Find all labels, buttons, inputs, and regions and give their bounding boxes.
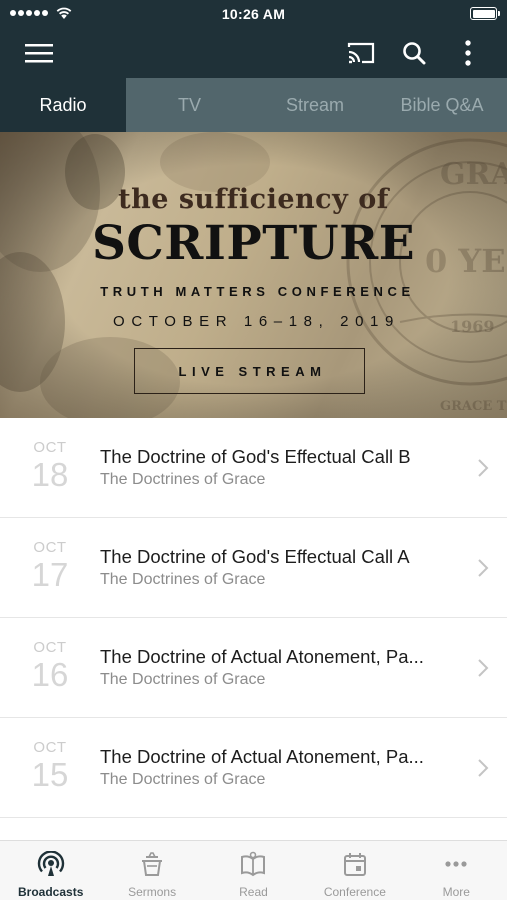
date-day: 17 [31, 556, 69, 593]
broadcast-list: OCT 18 The Doctrine of God's Effectual C… [0, 418, 507, 818]
bottom-tab-label: More [442, 885, 470, 899]
bottom-tab-conference[interactable]: Conference [304, 841, 405, 900]
banner-dates: OCTOBER 16–18, 2019 [113, 313, 400, 330]
sermons-icon [142, 852, 163, 876]
date-day: 15 [31, 756, 69, 793]
broadcast-title: The Doctrine of God's Effectual Call B [100, 446, 411, 467]
tab-tv[interactable]: TV [126, 78, 253, 132]
date-day: 18 [31, 456, 69, 493]
calendar-icon [343, 853, 366, 876]
media-tabs: Radio TV Stream Bible Q&A [0, 78, 507, 132]
list-item[interactable]: OCT 16 The Doctrine of Actual Atonement,… [0, 618, 507, 718]
broadcast-title: The Doctrine of Actual Atonement, Pa... [100, 646, 424, 667]
broadcast-title: The Doctrine of Actual Atonement, Pa... [100, 746, 424, 767]
search-icon[interactable] [398, 37, 430, 69]
bottom-tab-bar: Broadcasts Sermons Read Conference More [0, 840, 507, 900]
bottom-tab-more[interactable]: More [406, 841, 507, 900]
date-month: OCT [33, 739, 67, 756]
chevron-right-icon [478, 459, 489, 477]
broadcast-icon [37, 851, 64, 876]
bottom-tab-read[interactable]: Read [203, 841, 304, 900]
banner-subtitle: TRUTH MATTERS CONFERENCE [100, 284, 415, 299]
broadcast-series: The Doctrines of Grace [100, 771, 266, 788]
list-item[interactable]: OCT 18 The Doctrine of God's Effectual C… [0, 418, 507, 518]
broadcast-series: The Doctrines of Grace [100, 471, 266, 488]
date-month: OCT [33, 639, 67, 656]
more-vertical-icon[interactable] [452, 37, 484, 69]
status-bar: 10:26 AM [0, 0, 507, 28]
live-stream-button[interactable]: LIVE STREAM [134, 348, 365, 394]
cast-icon[interactable] [345, 37, 377, 69]
chevron-right-icon [478, 659, 489, 677]
menu-icon[interactable] [23, 37, 55, 69]
bottom-tab-label: Sermons [128, 885, 177, 899]
status-time: 10:26 AM [221, 6, 286, 22]
broadcast-series: The Doctrines of Grace [100, 671, 266, 688]
tab-bible-qa[interactable]: Bible Q&A [377, 78, 507, 132]
conference-banner[interactable]: GRA 0 YE 1969 GRACE T the sufficiency of… [0, 132, 507, 418]
list-item[interactable]: OCT 15 The Doctrine of Actual Atonement,… [0, 718, 507, 818]
banner-main-title: SCRIPTURE [91, 216, 416, 271]
banner-script-title: the sufficiency of [118, 184, 389, 215]
bottom-tab-broadcasts[interactable]: Broadcasts [0, 841, 101, 900]
bottom-tab-label: Broadcasts [18, 885, 84, 899]
tab-stream[interactable]: Stream [253, 78, 377, 132]
chevron-right-icon [478, 559, 489, 577]
list-item[interactable]: OCT 17 The Doctrine of God's Effectual C… [0, 518, 507, 618]
broadcast-series: The Doctrines of Grace [100, 571, 266, 588]
bottom-tab-sermons[interactable]: Sermons [101, 841, 202, 900]
date-month: OCT [33, 539, 67, 556]
navigation-bar [0, 28, 507, 78]
bottom-tab-label: Read [239, 885, 268, 899]
read-icon [241, 851, 266, 877]
date-day: 16 [31, 656, 69, 693]
chevron-right-icon [478, 759, 489, 777]
tab-radio[interactable]: Radio [0, 78, 126, 132]
battery-icon [470, 7, 500, 20]
bottom-tab-label: Conference [323, 885, 386, 899]
more-horizontal-icon [445, 861, 467, 867]
date-month: OCT [33, 439, 67, 456]
broadcast-title: The Doctrine of God's Effectual Call A [100, 546, 410, 567]
